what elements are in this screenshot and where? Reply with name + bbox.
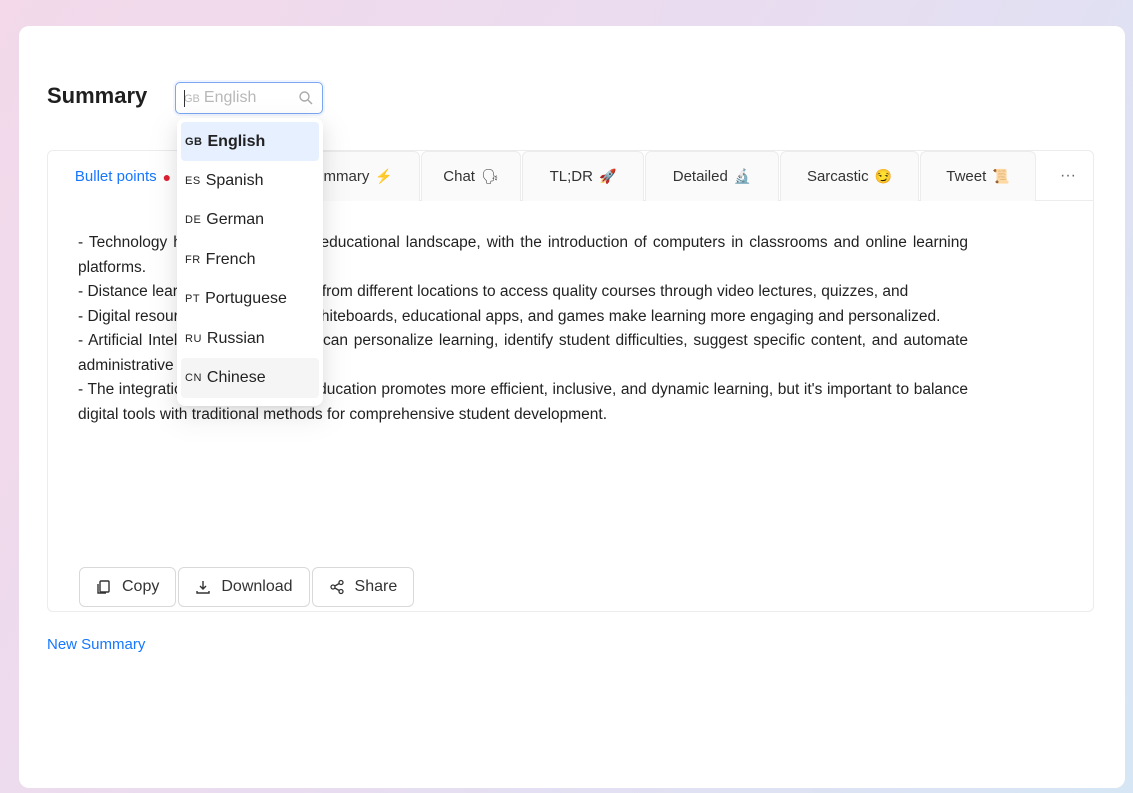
language-option-spanish[interactable]: ES Spanish [181,161,319,200]
copy-button[interactable]: Copy [79,567,177,607]
download-button[interactable]: Download [178,567,310,607]
action-buttons: Copy Download Share [79,567,416,607]
tab-tldr[interactable]: TL;DR 🚀 [522,151,644,201]
tab-chat[interactable]: Chat 🗣 [421,151,521,201]
tab-tweet[interactable]: Tweet 📜 [920,151,1036,201]
language-option-english[interactable]: GB English [181,122,319,162]
more-tabs-button[interactable]: ··· [1048,151,1088,201]
language-dropdown: GB English ES Spanish DE German FR French PT… [177,118,323,406]
new-summary-link[interactable]: New Summary [47,636,145,653]
tab-sarcastic[interactable]: Sarcastic 😏 [780,151,919,201]
summary-header: Summary [47,83,147,109]
tab-bullet-points[interactable]: Bullet points ● [48,151,198,201]
language-search-input[interactable]: GB English [175,82,323,114]
page-title: Summary [47,83,148,108]
tab-detailed[interactable]: Detailed 🔬 [645,151,779,201]
language-option-french[interactable]: FR French [181,240,319,279]
language-option-portuguese[interactable]: PT Portuguese [181,280,319,319]
share-icon [329,579,344,595]
language-option-german[interactable]: DE German [181,201,319,240]
copy-icon [97,580,110,594]
search-icon[interactable] [298,90,314,106]
language-placeholder: GB English [184,89,257,106]
language-option-russian[interactable]: RU Russian [181,319,319,358]
text-cursor [184,90,185,107]
summary-card: Summary GB English Bullet points ● Summary… [19,26,1125,788]
download-icon [196,581,211,594]
share-button[interactable]: Share [311,567,415,607]
language-option-chinese[interactable]: CN Chinese [181,358,319,398]
